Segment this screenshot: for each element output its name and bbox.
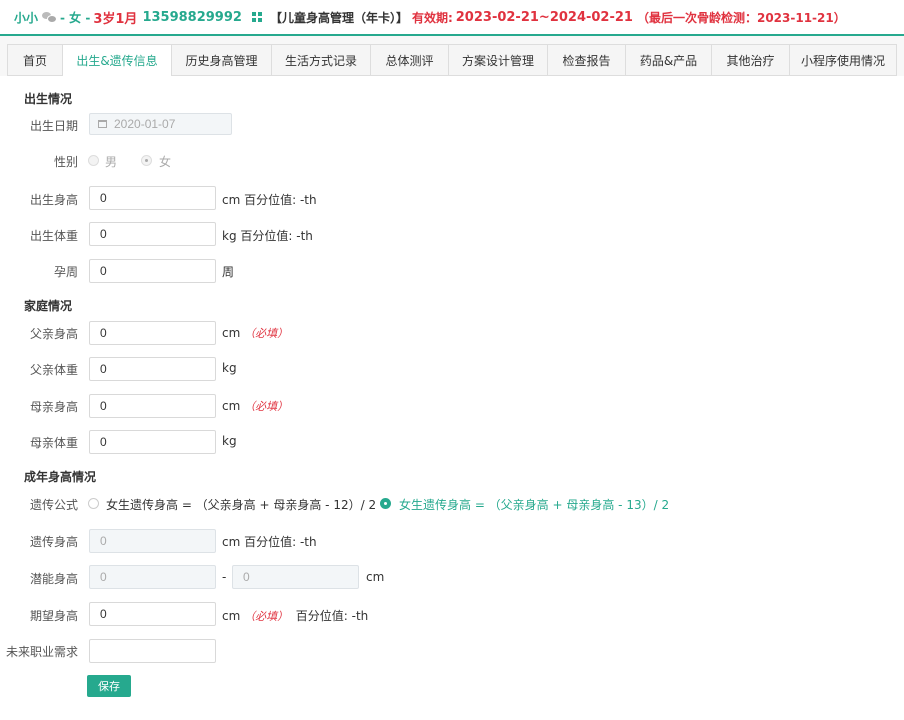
plan-name: 【儿童身高管理（年卡）】 [269, 10, 408, 25]
birth-height-unit: cm 百分位值: -th [222, 193, 317, 207]
gestation-input[interactable]: 0 [89, 259, 216, 283]
patient-gender: - 女 - [60, 10, 91, 25]
gender-male-radio[interactable] [88, 155, 99, 166]
birth-date-label: 出生日期 [29, 119, 78, 133]
wechat-icon[interactable] [42, 12, 58, 23]
section-family-title: 家庭情况 [24, 299, 73, 313]
father-height-unit: cm （必填） [222, 325, 288, 341]
calendar-icon [98, 120, 107, 128]
patient-header: 小小 - 女 - 3岁1月 13598829992 【儿童身高管理（年卡）】 有… [0, 0, 904, 36]
mother-weight-unit: kg [222, 434, 237, 448]
formula-option1-label[interactable]: 女生遗传身高 = （父亲身高 + 母亲身高 - 12）/ 2 [106, 496, 376, 513]
birth-weight-unit: kg 百分位值: -th [222, 229, 313, 243]
potential-height-separator: - [222, 570, 227, 584]
tab-mini-program-usage[interactable]: 小程序使用情况 [790, 45, 896, 75]
gender-female-radio[interactable] [141, 155, 152, 166]
tab-reports[interactable]: 检查报告 [548, 45, 626, 75]
potential-height-min-input: 0 [89, 565, 216, 589]
tab-height-history[interactable]: 历史身高管理 [172, 45, 272, 75]
validity-label: 有效期: [411, 10, 453, 25]
patient-phone: 13598829992 [142, 9, 242, 25]
genetic-height-label: 遗传身高 [29, 535, 78, 549]
expected-height-label: 期望身高 [29, 609, 78, 623]
tab-assessment[interactable]: 总体测评 [371, 45, 449, 75]
genetic-height-input: 0 [89, 529, 216, 553]
tab-medicine-products[interactable]: 药品&产品 [626, 45, 712, 75]
expected-height-unit-text: cm [222, 609, 241, 623]
expected-height-unit: cm （必填） 百分位值: -th [222, 607, 368, 624]
birth-genetic-form: 出生情况 出生日期 2020-01-07 性别 男 女 出生身高 0 cm 百分… [0, 76, 904, 720]
mother-height-required: （必填） [244, 400, 289, 413]
section-birth-title: 出生情况 [24, 92, 73, 106]
formula-option2-label[interactable]: 女生遗传身高 = （父亲身高 + 母亲身高 - 13）/ 2 [399, 496, 669, 513]
expected-height-input[interactable]: 0 [89, 602, 216, 626]
gender-male-label: 男 [105, 155, 118, 169]
formula-label: 遗传公式 [29, 498, 78, 512]
formula-option1-radio[interactable] [88, 498, 99, 509]
mother-height-input[interactable]: 0 [89, 394, 216, 418]
potential-height-max-input: 0 [232, 565, 359, 589]
membership-card-icon [251, 12, 262, 22]
father-weight-label: 父亲体重 [29, 363, 78, 377]
tab-bar: 首页 出生&遗传信息 历史身高管理 生活方式记录 总体测评 方案设计管理 检查报… [7, 44, 897, 76]
gender-female-label: 女 [159, 155, 172, 169]
potential-height-label: 潜能身高 [29, 572, 78, 586]
gender-label: 性别 [53, 155, 78, 169]
mother-weight-input[interactable]: 0 [89, 430, 216, 454]
tab-other-treatment[interactable]: 其他治疗 [712, 45, 790, 75]
career-input[interactable] [89, 639, 216, 663]
birth-date-input[interactable]: 2020-01-07 [89, 113, 232, 135]
expected-height-percentile: 百分位值: -th [295, 609, 369, 623]
father-weight-unit: kg [222, 361, 237, 375]
patient-age: 3岁1月 [93, 11, 138, 27]
birth-weight-label: 出生体重 [29, 229, 78, 243]
career-label: 未来职业需求 [5, 645, 78, 659]
father-height-input[interactable]: 0 [89, 321, 216, 345]
tab-plan-design[interactable]: 方案设计管理 [449, 45, 548, 75]
birth-weight-input[interactable]: 0 [89, 222, 216, 246]
tab-lifestyle[interactable]: 生活方式记录 [272, 45, 371, 75]
expected-height-required: （必填） [244, 610, 289, 623]
father-height-label: 父亲身高 [29, 327, 78, 341]
father-weight-input[interactable]: 0 [89, 357, 216, 381]
father-height-unit-text: cm [222, 326, 241, 340]
genetic-height-unit: cm 百分位值: -th [222, 535, 317, 549]
father-height-required: （必填） [244, 327, 289, 340]
gestation-label: 孕周 [53, 265, 78, 279]
tab-home[interactable]: 首页 [8, 45, 63, 75]
section-adult-title: 成年身高情况 [24, 470, 97, 484]
last-bone-age-check: （最后一次骨龄检测：2023-11-21） [636, 10, 846, 25]
gestation-unit: 周 [222, 265, 235, 279]
mother-weight-label: 母亲体重 [29, 436, 78, 450]
patient-name[interactable]: 小小 [14, 9, 38, 26]
mother-height-label: 母亲身高 [29, 400, 78, 414]
mother-height-unit-text: cm [222, 399, 241, 413]
birth-height-label: 出生身高 [29, 193, 78, 207]
mother-height-unit: cm （必填） [222, 398, 288, 414]
formula-option2-radio[interactable] [380, 498, 391, 509]
validity-range: 2023-02-21~2024-02-21 [455, 9, 633, 25]
tab-birth-genetic[interactable]: 出生&遗传信息 [63, 45, 172, 76]
save-button[interactable]: 保存 [87, 675, 131, 697]
potential-height-unit: cm [366, 570, 385, 584]
birth-height-input[interactable]: 0 [89, 186, 216, 210]
